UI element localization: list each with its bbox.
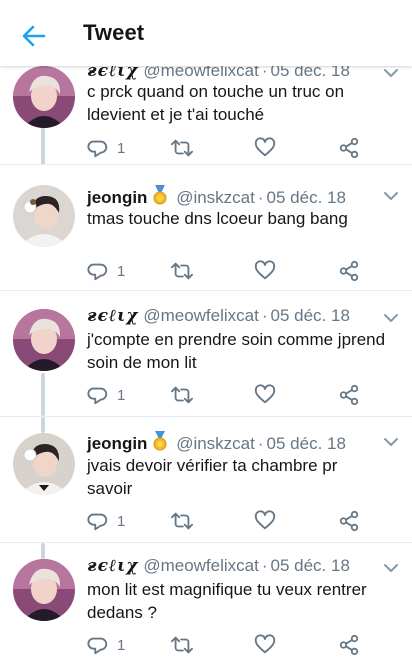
thread-line [41, 417, 45, 433]
share-button[interactable] [338, 633, 360, 657]
heart-icon [254, 137, 276, 157]
avatar[interactable] [13, 185, 75, 247]
reply-icon [87, 140, 108, 158]
reply-button[interactable]: 1 [87, 509, 125, 533]
handle[interactable]: @meowfelixcat [143, 556, 259, 575]
app-header: Tweet [0, 0, 412, 66]
chevron-down-icon[interactable] [383, 191, 399, 201]
reply-icon [87, 513, 108, 531]
tweet-item[interactable]: jeongin @inskzcat · 05 déc. 18 jvais devoi… [0, 417, 412, 542]
retweet-button[interactable] [170, 259, 194, 283]
tweet-header: ғєℓιχ @meowfelixcat · 05 déc. 18 [87, 555, 350, 577]
handle[interactable]: @meowfelixcat [143, 306, 259, 325]
medal-icon [153, 431, 167, 451]
chevron-down-icon[interactable] [383, 437, 399, 447]
separator-dot: · [261, 306, 268, 325]
handle[interactable]: @inskzcat [176, 188, 255, 207]
tweet-item[interactable]: jeongin @inskzcat · 05 déc. 18 tmas touche… [0, 165, 412, 290]
reply-count: 1 [117, 636, 126, 654]
share-icon [339, 634, 359, 656]
share-icon [339, 260, 359, 282]
avatar[interactable] [13, 66, 75, 128]
like-button[interactable] [254, 136, 276, 160]
retweet-icon [171, 386, 193, 404]
thread-line [41, 125, 45, 165]
avatar[interactable] [13, 433, 75, 495]
like-button[interactable] [254, 259, 276, 283]
retweet-icon [171, 139, 193, 157]
tweet-header: ғєℓιχ @meowfelixcat · 05 déc. 18 [87, 305, 350, 327]
retweet-icon [171, 512, 193, 530]
tweet-date[interactable]: 05 déc. 18 [271, 306, 350, 325]
tweet-actions: 1 [87, 509, 387, 533]
tweet-date[interactable]: 05 déc. 18 [271, 556, 350, 575]
tweet-item[interactable]: ғєℓιχ @meowfelixcat · 05 déc. 18 mon lit e… [0, 543, 412, 664]
reply-icon [87, 263, 108, 281]
heart-icon [254, 510, 276, 530]
tweet-text: jvais devoir vérifier ta chambre pr savo… [87, 456, 338, 498]
reply-count: 1 [117, 139, 126, 157]
reply-count: 1 [117, 262, 126, 280]
share-icon [339, 510, 359, 532]
avatar[interactable] [13, 559, 75, 621]
retweet-button[interactable] [170, 633, 194, 657]
tweet-date[interactable]: 05 déc. 18 [267, 188, 346, 207]
tweet-item[interactable]: ғєℓιχ @meowfelixcat · 05 déc. 18 j'compte … [0, 291, 412, 416]
share-icon [339, 137, 359, 159]
reply-button[interactable]: 1 [87, 383, 125, 407]
tweet-actions: 1 [87, 259, 387, 283]
handle[interactable]: @inskzcat [176, 434, 255, 453]
share-button[interactable] [338, 509, 360, 533]
like-button[interactable] [254, 383, 276, 407]
heart-icon [254, 384, 276, 404]
reply-icon [87, 637, 108, 655]
medal-icon [153, 185, 167, 205]
back-arrow-icon[interactable] [18, 20, 50, 52]
avatar[interactable] [13, 309, 75, 371]
tweet-header: jeongin @inskzcat · 05 déc. 18 [87, 431, 346, 455]
reply-count: 1 [117, 512, 126, 530]
reply-button[interactable]: 1 [87, 136, 125, 160]
retweet-icon [171, 262, 193, 280]
reply-button[interactable]: 1 [87, 633, 125, 657]
retweet-button[interactable] [170, 383, 194, 407]
display-name[interactable]: jeongin [87, 188, 147, 207]
tweet-text: j'compte en prendre soin comme jprend so… [87, 330, 386, 372]
tweet-actions: 1 [87, 136, 387, 160]
display-name[interactable]: jeongin [87, 434, 147, 453]
chevron-down-icon[interactable] [383, 563, 399, 573]
separator-dot: · [257, 188, 264, 207]
like-button[interactable] [254, 633, 276, 657]
display-name[interactable]: ғєℓιχ [87, 556, 139, 576]
share-button[interactable] [338, 259, 360, 283]
thread-line [41, 373, 45, 416]
share-button[interactable] [338, 136, 360, 160]
reply-count: 1 [117, 386, 126, 404]
separator-dot: · [257, 434, 264, 453]
tweet-text: tmas touche dns lcoeur bang bang [87, 209, 348, 228]
chevron-down-icon[interactable] [383, 68, 399, 78]
share-icon [339, 384, 359, 406]
thread-line [41, 543, 45, 559]
tweet-thread: ғєℓιχ @meowfelixcat · 05 déc. 18 c prck qu… [0, 0, 412, 664]
chevron-down-icon[interactable] [383, 313, 399, 323]
share-button[interactable] [338, 383, 360, 407]
tweet-actions: 1 [87, 633, 387, 657]
reply-button[interactable]: 1 [87, 259, 125, 283]
tweet-text: mon lit est magnifique tu veux rentrer d… [87, 580, 367, 622]
page-title: Tweet [83, 20, 145, 45]
heart-icon [254, 260, 276, 280]
reply-icon [87, 387, 108, 405]
display-name[interactable]: ғєℓιχ [87, 306, 139, 326]
tweet-header: jeongin @inskzcat · 05 déc. 18 [87, 185, 346, 209]
like-button[interactable] [254, 509, 276, 533]
heart-icon [254, 634, 276, 654]
retweet-icon [171, 636, 193, 654]
retweet-button[interactable] [170, 509, 194, 533]
retweet-button[interactable] [170, 136, 194, 160]
separator-dot: · [261, 556, 268, 575]
tweet-actions: 1 [87, 383, 387, 407]
tweet-text: c prck quand on touche un truc on ldevie… [87, 82, 345, 124]
tweet-date[interactable]: 05 déc. 18 [267, 434, 346, 453]
